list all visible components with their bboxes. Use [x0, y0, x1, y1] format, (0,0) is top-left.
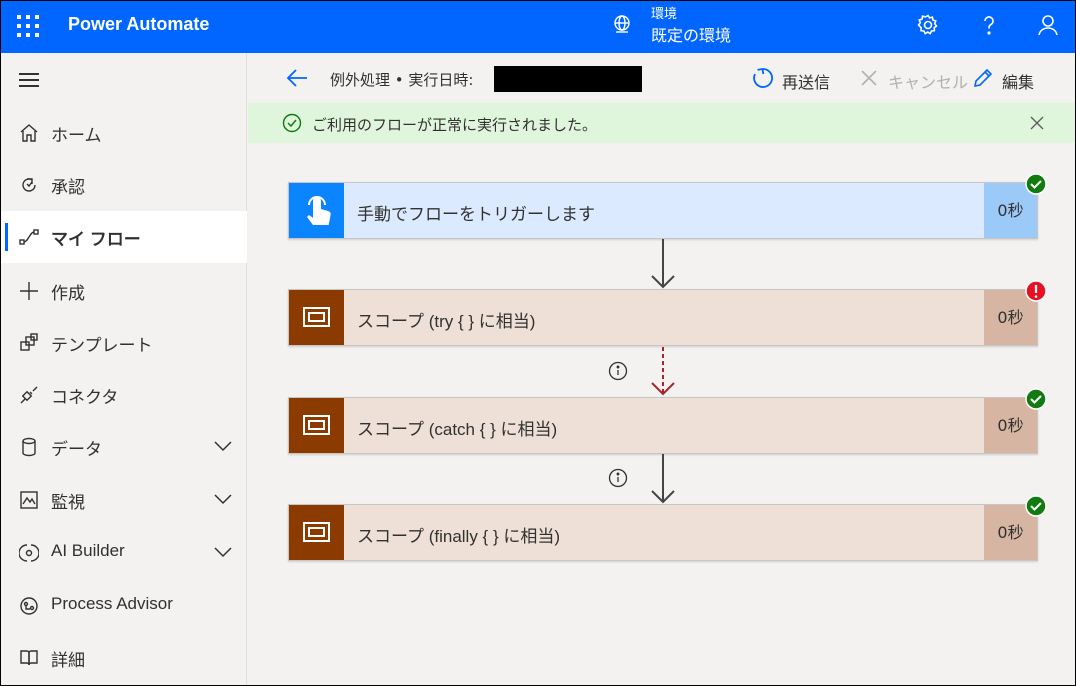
step-title: スコープ (catch { } に相当) [357, 420, 558, 439]
arrow-down-icon [651, 454, 675, 504]
process-advisor-icon [20, 597, 38, 615]
sidebar-item-process-advisor[interactable]: Process Advisor [1, 580, 247, 632]
flow-step-scope-finally[interactable]: スコープ (finally { } に相当) 0秒 [288, 495, 1047, 561]
selected-indicator [5, 223, 8, 251]
chevron-down-icon[interactable] [213, 439, 233, 453]
step-icon-box [289, 183, 344, 238]
plus-icon [20, 282, 38, 300]
info-icon[interactable] [608, 468, 628, 488]
check-circle-icon [282, 113, 302, 133]
scope-icon [303, 415, 330, 435]
app-launcher-icon[interactable] [17, 15, 39, 37]
success-status-icon [1025, 388, 1047, 410]
back-arrow-icon[interactable] [286, 68, 308, 88]
success-status-icon [1025, 495, 1047, 517]
database-icon [22, 437, 36, 457]
info-icon[interactable] [608, 361, 628, 381]
globe-icon[interactable] [611, 13, 633, 35]
connector-icon [20, 386, 38, 404]
sidebar-item-label: ホーム [51, 126, 102, 145]
main-content: 例外処理 • 実行日時: 再送信 キャンセル 編集 ご利用のフローが正常に実行さ… [248, 53, 1075, 685]
sidebar-item-label: 承認 [51, 178, 85, 197]
flow-step-scope-try[interactable]: スコープ (try { } に相当) 0秒 [288, 280, 1047, 346]
sidebar-item-label: データ [51, 440, 102, 459]
sidebar: ホーム 承認 マイ フロー 作成 テンプレート コネクタ データ 監視 AI B… [1, 53, 247, 685]
resubmit-label: 再送信 [782, 73, 831, 92]
refresh-icon [753, 68, 773, 88]
close-icon [861, 70, 877, 86]
sidebar-item-approvals[interactable]: 承認 [1, 159, 247, 211]
sidebar-item-data[interactable]: データ [1, 421, 247, 473]
flow-icon [19, 229, 39, 245]
environment-selector[interactable]: 既定の環境 [651, 22, 731, 46]
sidebar-item-label: 監視 [51, 493, 85, 512]
step-icon-box [289, 505, 344, 560]
breadcrumb: 例外処理 • 実行日時: [330, 71, 474, 89]
sidebar-item-ai-builder[interactable]: AI Builder [1, 527, 247, 579]
step-icon-box [289, 398, 344, 453]
step-title: スコープ (finally { } に相当) [357, 527, 561, 546]
sidebar-item-label: Process Advisor [51, 594, 173, 613]
monitor-icon [20, 491, 38, 509]
step-title: スコープ (try { } に相当) [357, 312, 536, 331]
top-bar: Power Automate 環境 既定の環境 [1, 1, 1075, 53]
sidebar-item-label: コネクタ [51, 388, 119, 407]
sidebar-item-label: 詳細 [51, 651, 85, 670]
sidebar-item-monitor[interactable]: 監視 [1, 474, 247, 526]
sidebar-item-label: テンプレート [51, 336, 153, 355]
cancel-label: キャンセル [888, 73, 969, 92]
user-icon[interactable] [1036, 13, 1060, 37]
chevron-down-icon[interactable] [213, 545, 233, 559]
success-status-icon [1025, 173, 1047, 195]
close-icon[interactable] [1030, 116, 1044, 130]
sidebar-item-learn[interactable]: 詳細 [1, 632, 247, 684]
sidebar-item-create[interactable]: 作成 [1, 265, 247, 317]
resubmit-button[interactable]: 再送信 [752, 67, 842, 92]
gear-icon[interactable] [916, 13, 940, 37]
flow-step-scope-catch[interactable]: スコープ (catch { } に相当) 0秒 [288, 388, 1047, 454]
sidebar-item-label: マイ フロー [51, 230, 141, 249]
home-icon [20, 124, 38, 142]
app-title[interactable]: Power Automate [68, 14, 209, 35]
redacted-run-date [494, 66, 642, 92]
flow-step-trigger[interactable]: 手動でフローをトリガーします 0秒 [288, 173, 1047, 239]
template-icon [20, 333, 38, 351]
sidebar-item-templates[interactable]: テンプレート [1, 317, 247, 369]
error-status-icon [1025, 280, 1047, 302]
touch-icon [307, 196, 331, 225]
scope-icon [303, 522, 330, 542]
banner-message: ご利用のフローが正常に実行されました。 [312, 116, 598, 134]
ai-builder-icon [19, 544, 39, 562]
scope-icon [303, 307, 330, 327]
book-icon [20, 650, 38, 666]
approval-icon [22, 178, 36, 192]
environment-label: 環境 [651, 7, 678, 22]
edit-label: 編集 [1002, 73, 1035, 92]
sidebar-item-my-flows[interactable]: マイ フロー [1, 211, 247, 263]
dashed-arrow-down-icon [651, 347, 675, 396]
chevron-down-icon[interactable] [213, 492, 233, 506]
arrow-down-icon [651, 239, 675, 289]
step-icon-box [289, 290, 344, 345]
command-bar: 例外処理 • 実行日時: 再送信 キャンセル 編集 [248, 53, 1075, 103]
success-banner: ご利用のフローが正常に実行されました。 [248, 103, 1075, 143]
cancel-button[interactable]: キャンセル [858, 67, 969, 92]
sidebar-item-label: AI Builder [51, 541, 125, 560]
edit-button[interactable]: 編集 [972, 67, 1052, 92]
hamburger-menu-icon[interactable] [19, 73, 39, 87]
sidebar-item-connectors[interactable]: コネクタ [1, 369, 247, 421]
sidebar-item-home[interactable]: ホーム [1, 107, 247, 159]
help-icon[interactable] [977, 13, 1001, 37]
step-title: 手動でフローをトリガーします [357, 205, 595, 224]
sidebar-item-label: 作成 [51, 284, 85, 303]
pencil-icon [973, 68, 993, 88]
